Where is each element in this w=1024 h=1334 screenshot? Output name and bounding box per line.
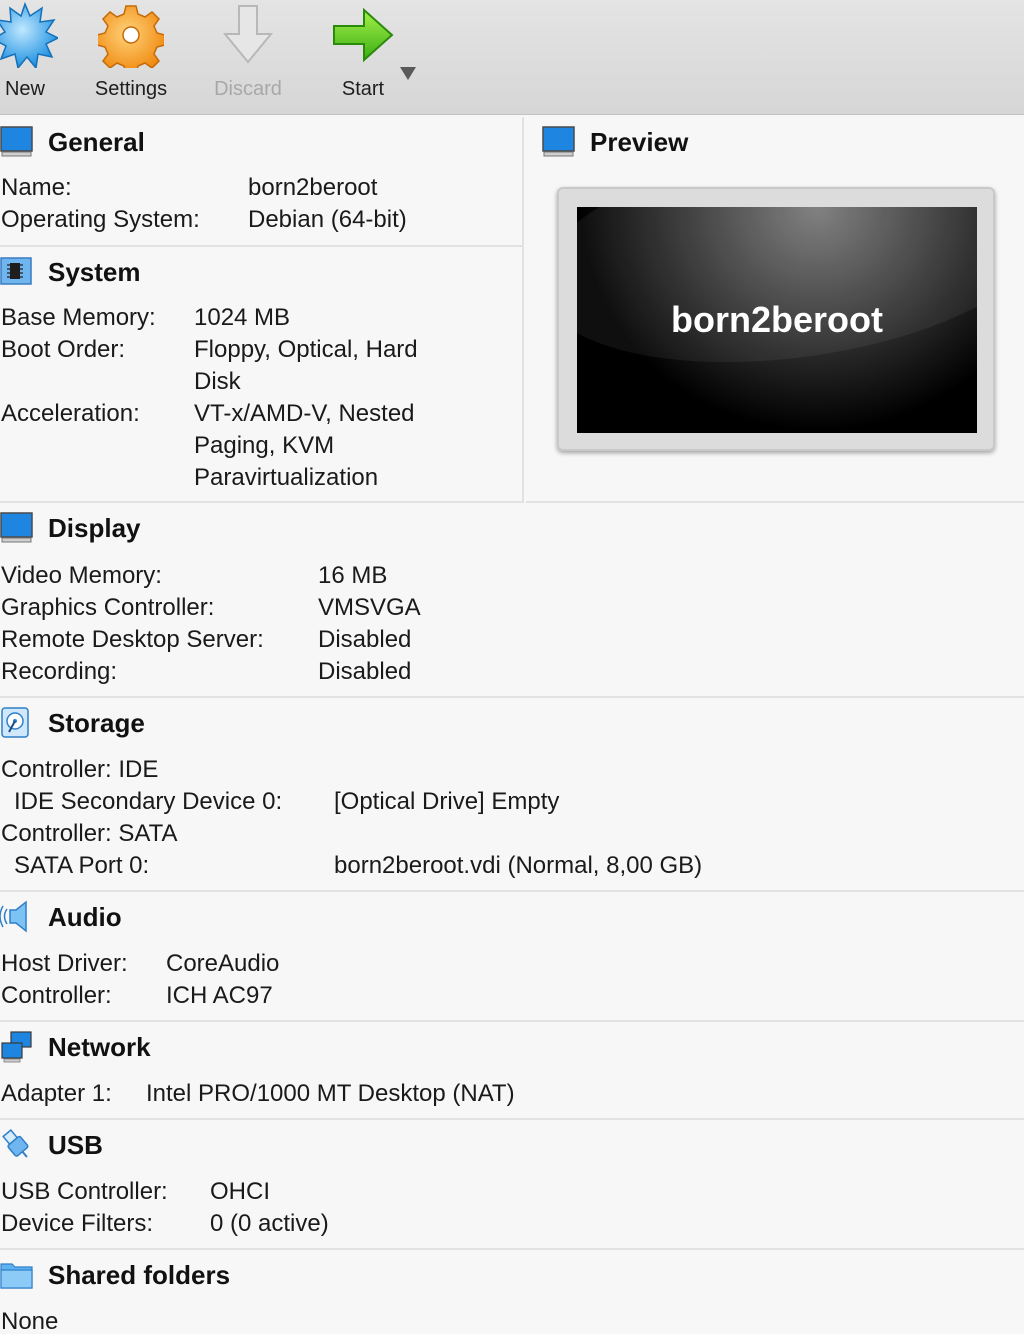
system-section: System Base Memory: 1024 MB Boot Order: … bbox=[0, 247, 524, 503]
preview-title: Preview bbox=[590, 127, 689, 157]
controller-sata-label: Controller: SATA bbox=[1, 820, 178, 847]
host-driver-label: Host Driver: bbox=[1, 950, 128, 977]
video-memory-label: Video Memory: bbox=[1, 562, 162, 589]
audio-section: Audio Host Driver: CoreAudio Controller:… bbox=[0, 892, 1024, 1022]
shared-folders-section: Shared folders None bbox=[0, 1250, 1024, 1334]
usb-controller-value: OHCI bbox=[210, 1178, 270, 1205]
monitor-icon bbox=[0, 512, 33, 543]
boot-order-label: Boot Order: bbox=[1, 336, 126, 363]
preview-screen: born2beroot bbox=[577, 207, 977, 433]
os-value: Debian (64-bit) bbox=[248, 206, 407, 233]
start-button[interactable]: Start bbox=[313, 0, 413, 112]
acceleration-value-line1: VT-x/AMD-V, Nested bbox=[194, 400, 415, 427]
recording-label: Recording: bbox=[1, 658, 118, 685]
toolbar: New Settings Discard Start bbox=[0, 0, 1024, 115]
ide-device-value: [Optical Drive] Empty bbox=[334, 788, 560, 815]
new-starburst-icon bbox=[0, 2, 58, 68]
start-arrow-right-icon bbox=[333, 7, 394, 63]
adapter-1-value: Intel PRO/1000 MT Desktop (NAT) bbox=[146, 1080, 515, 1107]
os-label: Operating System: bbox=[1, 206, 200, 233]
name-label: Name: bbox=[1, 174, 72, 201]
folder-icon bbox=[0, 1263, 33, 1289]
network-icon bbox=[1, 1031, 32, 1063]
chip-icon bbox=[0, 257, 32, 285]
audio-title: Audio bbox=[48, 902, 122, 932]
ide-device-label: IDE Secondary Device 0: bbox=[14, 788, 283, 815]
base-memory-label: Base Memory: bbox=[1, 304, 156, 331]
network-section: Network Adapter 1: Intel PRO/1000 MT Des… bbox=[0, 1022, 1024, 1120]
discard-button[interactable]: Discard bbox=[198, 0, 298, 112]
system-title: System bbox=[48, 257, 141, 287]
shared-folders-value: None bbox=[1, 1308, 59, 1334]
settings-button[interactable]: Settings bbox=[81, 0, 181, 112]
new-button-label: New bbox=[4, 78, 45, 100]
network-title: Network bbox=[48, 1032, 151, 1062]
general-section: General Name: born2beroot Operating Syst… bbox=[0, 117, 524, 247]
device-filters-label: Device Filters: bbox=[1, 1210, 154, 1237]
start-button-label: Start bbox=[341, 78, 385, 100]
general-title: General bbox=[48, 127, 145, 157]
shared-folders-title: Shared folders bbox=[48, 1260, 231, 1290]
preview-section: Preview born2beroot bbox=[526, 117, 1024, 503]
display-title: Display bbox=[48, 513, 141, 543]
name-value: born2beroot bbox=[248, 174, 378, 201]
hard-disk-icon bbox=[1, 707, 29, 738]
device-filters-value: 0 (0 active) bbox=[210, 1210, 329, 1237]
speaker-icon bbox=[0, 900, 27, 933]
graphics-controller-value: VMSVGA bbox=[318, 594, 421, 621]
usb-controller-label: USB Controller: bbox=[1, 1178, 168, 1205]
usb-plug-icon bbox=[2, 1129, 29, 1158]
storage-section: Storage Controller: IDE IDE Secondary De… bbox=[0, 698, 1024, 892]
controller-ide-label: Controller: IDE bbox=[1, 756, 159, 783]
discard-button-label: Discard bbox=[214, 78, 282, 100]
monitor-icon bbox=[542, 126, 575, 157]
preview-vm-name: born2beroot bbox=[671, 299, 883, 340]
remote-desktop-value: Disabled bbox=[318, 626, 412, 653]
video-memory-value: 16 MB bbox=[318, 562, 388, 589]
sata-port-label: SATA Port 0: bbox=[14, 852, 150, 879]
recording-value: Disabled bbox=[318, 658, 412, 685]
audio-controller-value: ICH AC97 bbox=[166, 982, 273, 1009]
monitor-icon bbox=[0, 126, 33, 157]
usb-section: USB USB Controller: OHCI Device Filters:… bbox=[0, 1120, 1024, 1250]
boot-order-value-line1: Floppy, Optical, Hard bbox=[194, 336, 418, 363]
host-driver-value: CoreAudio bbox=[166, 950, 280, 977]
acceleration-value-line3: Paravirtualization bbox=[194, 464, 379, 491]
acceleration-value-line2: Paging, KVM bbox=[194, 432, 335, 459]
sata-port-value: born2beroot.vdi (Normal, 8,00 GB) bbox=[334, 852, 703, 879]
adapter-1-label: Adapter 1: bbox=[1, 1080, 112, 1107]
gear-icon bbox=[98, 5, 164, 68]
graphics-controller-label: Graphics Controller: bbox=[1, 594, 215, 621]
settings-button-label: Settings bbox=[94, 78, 168, 100]
audio-controller-label: Controller: bbox=[1, 982, 112, 1009]
boot-order-value-line2: Disk bbox=[194, 368, 241, 395]
start-dropdown-arrow-icon[interactable] bbox=[400, 67, 416, 80]
remote-desktop-label: Remote Desktop Server: bbox=[1, 626, 264, 653]
discard-arrow-down-icon bbox=[222, 5, 274, 64]
usb-title: USB bbox=[48, 1130, 103, 1160]
acceleration-label: Acceleration: bbox=[1, 400, 140, 427]
base-memory-value: 1024 MB bbox=[194, 304, 291, 331]
new-button[interactable]: New bbox=[0, 0, 75, 112]
preview-frame: born2beroot bbox=[557, 187, 995, 451]
display-section: Display Video Memory: 16 MB Graphics Con… bbox=[0, 503, 1024, 698]
storage-title: Storage bbox=[48, 708, 145, 738]
